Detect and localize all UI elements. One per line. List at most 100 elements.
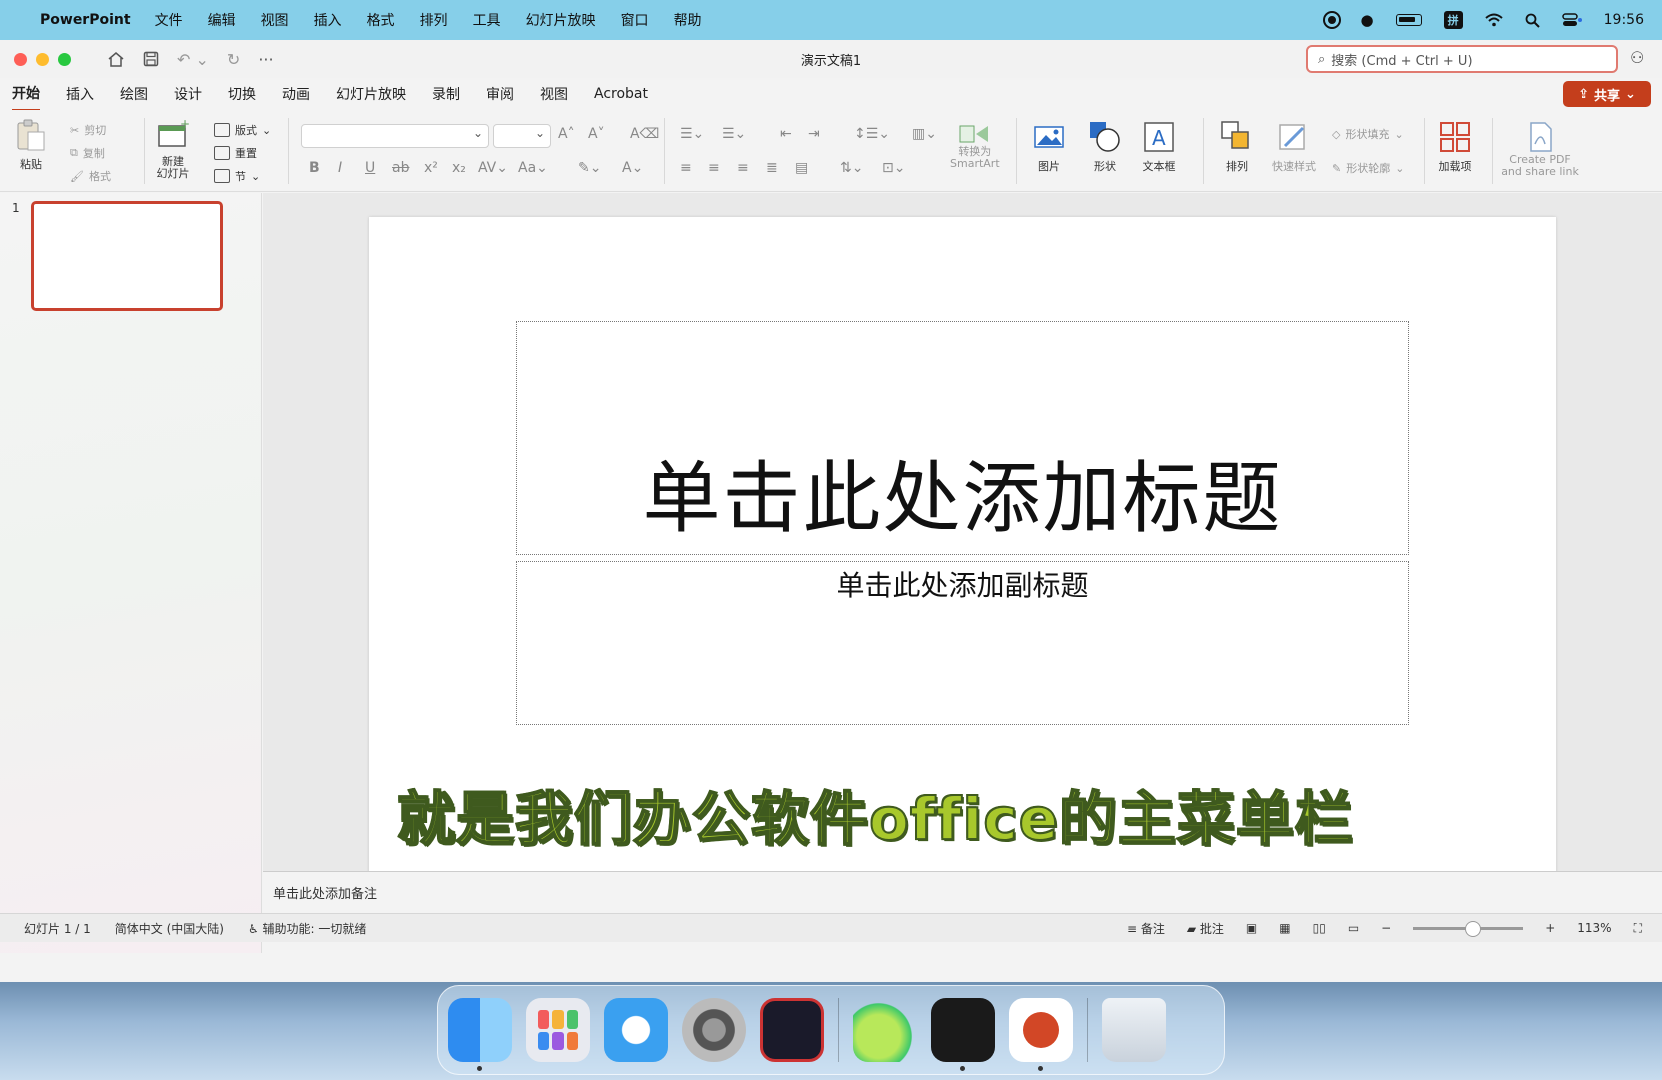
accessibility-status[interactable]: ♿︎ 辅助功能: 一切就绪 [248,920,366,937]
slideshow-view-icon[interactable]: ▭ [1348,921,1359,935]
change-case-icon[interactable]: Aa⌄ [518,160,548,176]
shape-fill-button[interactable]: ◇ 形状填充 ⌄ [1332,126,1404,142]
close-window-button[interactable] [14,52,27,66]
subtitle-placeholder[interactable]: 单击此处添加副标题 [516,561,1409,725]
addins-button[interactable]: 加载项 [1438,120,1472,174]
menu-arrange[interactable]: 排列 [420,10,448,30]
more-options-icon[interactable]: ··· [258,50,273,69]
line-spacing-icon[interactable]: ↕☰⌄ [854,126,890,142]
notes-pane[interactable]: 单击此处添加备注 [263,871,1662,913]
increase-indent-icon[interactable]: ⇥ [808,126,820,142]
italic-icon[interactable]: I [338,160,342,176]
align-center-icon[interactable]: ≡ [708,160,720,176]
subscript-icon[interactable]: x₂ [452,160,466,176]
minimize-window-button[interactable] [36,52,49,66]
shape-button[interactable]: 形状 [1088,120,1122,174]
input-method-indicator[interactable]: 拼 [1443,11,1463,29]
trash-icon[interactable] [1102,998,1166,1062]
tab-transitions[interactable]: 切换 [228,78,256,110]
menu-app-name[interactable]: PowerPoint [40,12,131,28]
font-size-combo[interactable] [493,124,551,148]
wifi-icon[interactable] [1484,13,1503,27]
align-left-icon[interactable]: ≡ [680,160,692,176]
quicktime-icon[interactable] [931,998,995,1071]
tab-slideshow[interactable]: 幻灯片放映 [336,78,406,110]
search-input[interactable]: ⌕ 搜索 (Cmd + Ctrl + U) [1306,45,1618,73]
undo-icon[interactable]: ↶ ⌄ [177,50,209,69]
slide-thumbnail[interactable] [31,201,223,311]
launchpad-icon[interactable] [526,998,590,1062]
slide-sorter-view-icon[interactable]: ▦ [1279,921,1290,935]
tab-review[interactable]: 审阅 [486,78,514,110]
numbering-icon[interactable]: ☰⌄ [722,126,746,142]
paste-button[interactable]: 粘贴 [14,118,48,172]
comments-toggle-button[interactable]: ▰ 批注 [1187,920,1224,937]
tab-acrobat[interactable]: Acrobat [594,80,648,108]
menu-file[interactable]: 文件 [155,10,183,30]
highlight-icon[interactable]: ✎⌄ [578,160,601,176]
increase-font-size-icon[interactable]: A˄ [558,126,575,142]
powerpoint-icon[interactable] [1009,998,1073,1071]
clock[interactable]: 19:56 [1604,12,1644,28]
redo-icon[interactable]: ↻ [227,50,240,69]
justify-icon[interactable]: ≣ [766,160,778,176]
tab-animations[interactable]: 动画 [282,78,310,110]
control-center-icon[interactable] [1561,13,1582,27]
convert-smartart-button[interactable]: 转换为 SmartArt [950,122,1000,170]
save-icon[interactable] [143,51,159,67]
strikethrough-icon[interactable]: ab [392,160,409,176]
bold-icon[interactable]: B [309,160,320,176]
distributed-icon[interactable]: ▤ [795,160,808,176]
home-icon[interactable] [107,51,125,67]
menu-view[interactable]: 视图 [261,10,289,30]
menu-insert[interactable]: 插入 [314,10,342,30]
tab-home[interactable]: 开始 [12,77,40,112]
format-painter-button[interactable]: 🖌 格式 [70,168,111,184]
clear-formatting-icon[interactable]: A⌫ [630,126,659,142]
screen-recorder-icon[interactable] [760,998,824,1062]
picture-button[interactable]: 图片 [1032,120,1066,174]
screen-record-icon[interactable] [1324,13,1339,27]
new-slide-button[interactable]: + 新建 幻灯片 [156,118,191,180]
align-text-icon[interactable]: ⊡⌄ [882,160,905,176]
text-direction-icon[interactable]: ⇅⌄ [840,160,863,176]
finder-icon[interactable] [448,998,512,1071]
textbox-button[interactable]: A 文本框 [1142,120,1176,174]
reading-view-icon[interactable]: ▯▯ [1313,921,1326,935]
menu-format[interactable]: 格式 [367,10,395,30]
leaf-app-icon[interactable] [853,998,917,1062]
tab-insert[interactable]: 插入 [66,78,94,110]
tab-record[interactable]: 录制 [432,78,460,110]
normal-view-icon[interactable]: ▣ [1246,921,1257,935]
safari-icon[interactable] [604,998,668,1062]
character-spacing-icon[interactable]: AV⌄ [478,160,508,176]
fit-to-window-icon[interactable]: ⛶ [1634,921,1642,936]
collaborate-icon[interactable]: ⚇ [1630,48,1644,67]
superscript-icon[interactable]: x² [424,160,438,176]
layout-button[interactable]: 版式 ⌄ [214,122,271,138]
battery-icon[interactable] [1395,14,1422,26]
underline-icon[interactable]: U [365,160,375,176]
notes-toggle-button[interactable]: ≡ 备注 [1127,920,1165,937]
decrease-font-size-icon[interactable]: A˅ [588,126,605,142]
font-name-combo[interactable] [301,124,489,148]
copy-button[interactable]: ⧉ 复制 [70,145,105,161]
title-placeholder[interactable]: 单击此处添加标题 [516,321,1409,555]
tab-design[interactable]: 设计 [174,78,202,110]
slide[interactable]: 单击此处添加标题 单击此处添加副标题 就是我们办公软件office的主菜单栏 [369,217,1556,885]
zoom-level[interactable]: 113% [1577,921,1611,935]
zoom-slider[interactable] [1413,920,1524,937]
cut-button[interactable]: ✂ 剪切 [70,122,106,138]
zoom-window-button[interactable] [58,52,71,66]
spotlight-search-icon[interactable] [1525,13,1540,28]
font-color-icon[interactable]: A⌄ [622,160,643,176]
arrange-button[interactable]: 排列 [1220,120,1254,174]
tab-view[interactable]: 视图 [540,78,568,110]
system-settings-icon[interactable] [682,998,746,1062]
zoom-in-icon[interactable]: + [1545,921,1555,935]
create-pdf-button[interactable]: Create PDF and share link [1501,120,1579,178]
zoom-out-icon[interactable]: − [1381,921,1391,935]
menu-tools[interactable]: 工具 [473,10,501,30]
reset-button[interactable]: 重置 [214,145,257,161]
bullets-icon[interactable]: ☰⌄ [680,126,704,142]
